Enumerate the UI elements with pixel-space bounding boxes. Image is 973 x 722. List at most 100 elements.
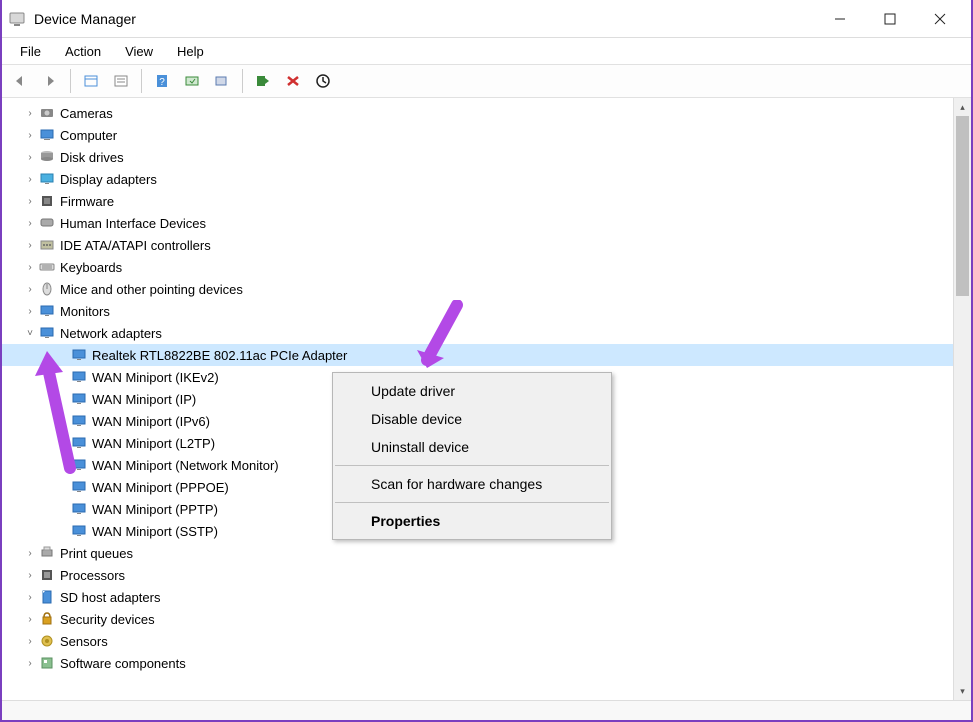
ctx-scan-hardware[interactable]: Scan for hardware changes (333, 470, 611, 498)
expander-icon[interactable]: › (22, 636, 38, 647)
sensor-icon (38, 633, 56, 649)
close-button[interactable] (915, 3, 965, 35)
expander-icon[interactable]: › (22, 658, 38, 669)
expander-icon[interactable]: › (22, 108, 38, 119)
tree-category[interactable]: ›Processors (2, 564, 953, 586)
mouse-icon (38, 281, 56, 297)
network-adapter-icon (70, 369, 88, 385)
scrollbar[interactable]: ▴ ▾ (953, 98, 971, 700)
expander-icon[interactable]: › (22, 284, 38, 295)
network-icon (38, 325, 56, 341)
tree-category[interactable]: › Computer (2, 124, 953, 146)
scroll-thumb[interactable] (956, 116, 969, 296)
menu-action[interactable]: Action (55, 42, 111, 61)
menu-help[interactable]: Help (167, 42, 214, 61)
display-icon (38, 171, 56, 187)
expander-icon[interactable]: › (22, 592, 38, 603)
tree-category[interactable]: ›Monitors (2, 300, 953, 322)
scroll-down-icon[interactable]: ▾ (954, 682, 971, 700)
ctx-uninstall-device[interactable]: Uninstall device (333, 433, 611, 461)
category-label: Computer (60, 128, 117, 143)
printer-icon (38, 545, 56, 561)
tree-category[interactable]: ›Keyboards (2, 256, 953, 278)
menu-view[interactable]: View (115, 42, 163, 61)
cpu-icon (38, 567, 56, 583)
keyboard-icon (38, 259, 56, 275)
expander-icon[interactable]: › (22, 174, 38, 185)
ide-icon (38, 237, 56, 253)
tree-category[interactable]: ›Disk drives (2, 146, 953, 168)
tree-category[interactable]: › Print queues (2, 542, 953, 564)
tree-category[interactable]: › Human Interface Devices (2, 212, 953, 234)
category-label: Network adapters (60, 326, 162, 341)
expander-icon[interactable]: › (22, 548, 38, 559)
expander-icon[interactable]: › (22, 614, 38, 625)
device-label: WAN Miniport (SSTP) (92, 524, 218, 539)
firmware-icon (38, 193, 56, 209)
expander-icon[interactable]: › (22, 262, 38, 273)
show-hidden-button[interactable] (77, 68, 105, 94)
category-label: Print queues (60, 546, 133, 561)
category-label: Human Interface Devices (60, 216, 206, 231)
tree-category[interactable]: ›IDE ATA/ATAPI controllers (2, 234, 953, 256)
tree-category[interactable]: › Sensors (2, 630, 953, 652)
expander-icon[interactable]: › (22, 152, 38, 163)
expander-icon[interactable]: › (22, 130, 38, 141)
camera-icon (38, 105, 56, 121)
menubar: File Action View Help (2, 38, 971, 64)
network-adapter-icon (70, 523, 88, 539)
update-driver-button[interactable] (208, 68, 236, 94)
tree-category[interactable]: › Display adapters (2, 168, 953, 190)
tree-category[interactable]: ˅ Network adapters (2, 322, 953, 344)
toolbar: ? (2, 64, 971, 98)
statusbar (2, 700, 971, 720)
tree-category[interactable]: › Firmware (2, 190, 953, 212)
menu-file[interactable]: File (10, 42, 51, 61)
help-button[interactable]: ? (148, 68, 176, 94)
scroll-up-icon[interactable]: ▴ (954, 98, 971, 116)
minimize-button[interactable] (815, 3, 865, 35)
expander-icon[interactable]: ˅ (22, 328, 38, 339)
expander-icon[interactable]: › (22, 196, 38, 207)
category-label: Cameras (60, 106, 113, 121)
tree-category[interactable]: ›SD host adapters (2, 586, 953, 608)
back-button[interactable] (6, 68, 34, 94)
ctx-separator (335, 465, 609, 466)
expander-icon[interactable]: › (22, 306, 38, 317)
ctx-separator (335, 502, 609, 503)
category-label: Software components (60, 656, 186, 671)
forward-button[interactable] (36, 68, 64, 94)
category-label: Sensors (60, 634, 108, 649)
tree-category[interactable]: › Security devices (2, 608, 953, 630)
network-adapter-icon (70, 435, 88, 451)
category-label: Mice and other pointing devices (60, 282, 243, 297)
tree-category[interactable]: › Software components (2, 652, 953, 674)
maximize-button[interactable] (865, 3, 915, 35)
ctx-properties[interactable]: Properties (333, 507, 611, 535)
computer-icon (38, 127, 56, 143)
ctx-disable-device[interactable]: Disable device (333, 405, 611, 433)
network-adapter-icon (70, 391, 88, 407)
context-menu: Update driver Disable device Uninstall d… (332, 372, 612, 540)
device-label: WAN Miniport (L2TP) (92, 436, 215, 451)
tree-device[interactable]: Realtek RTL8822BE 802.11ac PCIe Adapter (2, 344, 953, 366)
uninstall-button[interactable] (279, 68, 307, 94)
tree-category[interactable]: › Mice and other pointing devices (2, 278, 953, 300)
expander-icon[interactable]: › (22, 240, 38, 251)
category-label: Display adapters (60, 172, 157, 187)
device-label: WAN Miniport (IPv6) (92, 414, 210, 429)
device-label: WAN Miniport (PPTP) (92, 502, 218, 517)
enable-button[interactable] (249, 68, 277, 94)
scan-button[interactable] (178, 68, 206, 94)
device-label: WAN Miniport (IKEv2) (92, 370, 219, 385)
category-label: Firmware (60, 194, 114, 209)
category-label: Security devices (60, 612, 155, 627)
disable-button[interactable] (309, 68, 337, 94)
ctx-update-driver[interactable]: Update driver (333, 377, 611, 405)
properties-button[interactable] (107, 68, 135, 94)
network-adapter-icon (70, 501, 88, 517)
software-icon (38, 655, 56, 671)
tree-category[interactable]: › Cameras (2, 102, 953, 124)
expander-icon[interactable]: › (22, 218, 38, 229)
expander-icon[interactable]: › (22, 570, 38, 581)
